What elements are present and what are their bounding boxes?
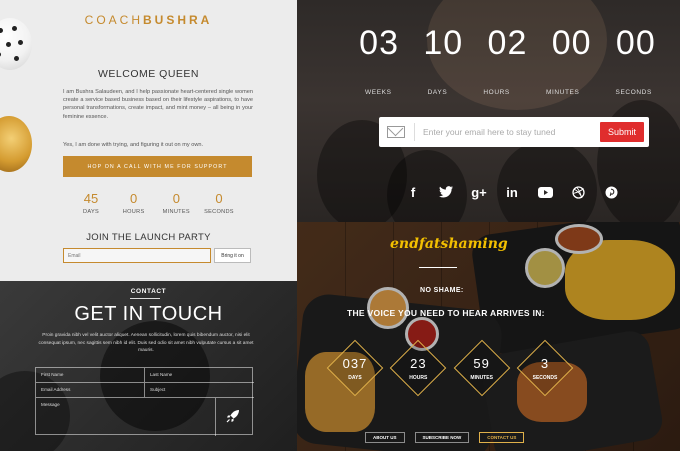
seconds-label: SECONDS [615, 89, 652, 96]
facebook-icon[interactable]: f [405, 184, 421, 200]
subscribe-now-button[interactable]: SUBSCRIBE NOW [414, 432, 470, 443]
weeks-value: 03 [359, 24, 399, 62]
days-label: DAYS [427, 89, 448, 96]
crowd-silhouette [497, 140, 597, 222]
email-field[interactable]: Email Address [36, 383, 145, 398]
contact-form: First Name Last Name Email Address Subje… [35, 367, 254, 436]
countdown-label: HOURS [122, 209, 145, 215]
hours-label: HOURS [483, 89, 510, 96]
countdown-value: 59 [473, 356, 490, 371]
countdown-value: 0 [215, 191, 223, 206]
dribbble-icon[interactable] [570, 184, 586, 200]
message-field[interactable]: Message [36, 398, 216, 436]
launch-countdown-panel: 03 10 02 00 00 WEEKS DAYS HOURS MINUTES … [297, 0, 680, 222]
countdown-value: 23 [410, 356, 427, 371]
get-in-touch-panel: CONTACT GET IN TOUCH Proin gravida nibh … [0, 281, 297, 451]
decor-gold-ornament [0, 116, 32, 172]
countdown-label: SECONDS [204, 209, 234, 215]
launch-email-input[interactable]: Email [63, 248, 211, 263]
stay-tuned-email-input[interactable]: Enter your email here to stay tuned [415, 127, 600, 137]
weeks-label: WEEKS [365, 89, 392, 96]
countdown-days: 45 DAYS [70, 191, 112, 215]
contact-us-button[interactable]: CONTACT US [479, 432, 525, 443]
voice-arrives-heading: THE VOICE YOU NEED TO HEAR ARRIVES IN: [347, 308, 545, 318]
twitter-icon[interactable] [438, 184, 454, 200]
countdown-minutes: 0 MINUTES [155, 191, 197, 215]
efs-countdown: 037 DAYS 23 HOURS 59 MINUTES 3 SECONDS [325, 338, 575, 398]
launch-countdown-labels: WEEKS DAYS HOURS MINUTES SECONDS [297, 89, 680, 96]
countdown-label: MINUTES [162, 209, 190, 215]
coach-logo[interactable]: COACHBUSHRA [0, 13, 297, 27]
envelope-icon [387, 126, 405, 138]
social-links: f g+ in [405, 184, 619, 200]
efs-countdown-seconds: 3 SECONDS [515, 338, 575, 398]
about-us-button[interactable]: ABOUT US [365, 432, 405, 443]
submit-button[interactable]: Submit [600, 122, 644, 142]
countdown-label: DAYS [348, 375, 362, 381]
efs-countdown-minutes: 59 MINUTES [452, 338, 512, 398]
last-name-field[interactable]: Last Name [145, 368, 254, 383]
intro-text: I am Bushra Salaudeen, and I help passio… [63, 89, 253, 120]
countdown-hours: 0 HOURS [113, 191, 155, 215]
efs-buttons: ABOUT US SUBSCRIBE NOW CONTACT US [365, 432, 525, 443]
seconds-value: 00 [615, 24, 656, 62]
subject-field[interactable]: Subject [145, 383, 254, 398]
get-in-touch-title: GET IN TOUCH [74, 303, 223, 325]
youtube-icon[interactable] [537, 184, 553, 200]
google-plus-icon[interactable]: g+ [471, 184, 487, 200]
brand-underline [419, 267, 457, 268]
coach-countdown: 45 DAYS 0 HOURS 0 MINUTES 0 SECONDS [70, 191, 240, 215]
endfatshaming-logo[interactable]: endfatshaming [390, 236, 508, 252]
stay-tuned-form: Enter your email here to stay tuned Subm… [379, 117, 649, 147]
launch-countdown-digits: 03 10 02 00 00 [297, 24, 680, 63]
countdown-value: 3 [540, 356, 550, 371]
join-launch-heading: JOIN THE LAUNCH PARTY [86, 232, 211, 243]
contact-underline [130, 298, 160, 299]
hop-on-call-button[interactable]: HOP ON A CALL WITH ME FOR SUPPORT [63, 156, 252, 177]
minutes-value: 00 [551, 24, 592, 62]
efs-countdown-hours: 23 HOURS [388, 338, 448, 398]
countdown-label: DAYS [82, 209, 100, 215]
endfatshaming-panel: endfatshaming NO SHAME: THE VOICE YOU NE… [297, 222, 680, 451]
done-text: Yes, I am done with trying, and figuring… [63, 142, 204, 148]
no-shame-heading: NO SHAME: [420, 287, 464, 294]
countdown-value: 45 [83, 191, 99, 206]
countdown-value: 0 [172, 191, 180, 206]
contact-tag: CONTACT [130, 288, 167, 295]
countdown-label: HOURS [409, 375, 428, 381]
efs-countdown-days: 037 DAYS [325, 338, 385, 398]
first-name-field[interactable]: First Name [36, 368, 145, 383]
welcome-heading: WELCOME QUEEN [97, 68, 199, 80]
minutes-label: MINUTES [545, 89, 580, 96]
rocket-icon [226, 410, 239, 423]
coach-bushra-panel: COACHBUSHRA WELCOME QUEEN I am Bushra Sa… [0, 0, 297, 281]
countdown-label: SECONDS [532, 375, 558, 381]
bring-it-on-button[interactable]: Bring it on [214, 248, 251, 263]
contact-description: Proin gravida nibh vel velit auctor aliq… [38, 333, 254, 353]
countdown-value: 037 [342, 356, 368, 371]
pinterest-icon[interactable] [603, 184, 619, 200]
countdown-seconds: 0 SECONDS [198, 191, 240, 215]
countdown-label: MINUTES [470, 375, 493, 381]
dark-overlay [297, 222, 680, 451]
countdown-value: 0 [130, 191, 138, 206]
hours-value: 02 [487, 24, 528, 62]
send-button[interactable] [214, 398, 252, 434]
days-value: 10 [423, 24, 464, 62]
linkedin-icon[interactable]: in [504, 184, 520, 200]
